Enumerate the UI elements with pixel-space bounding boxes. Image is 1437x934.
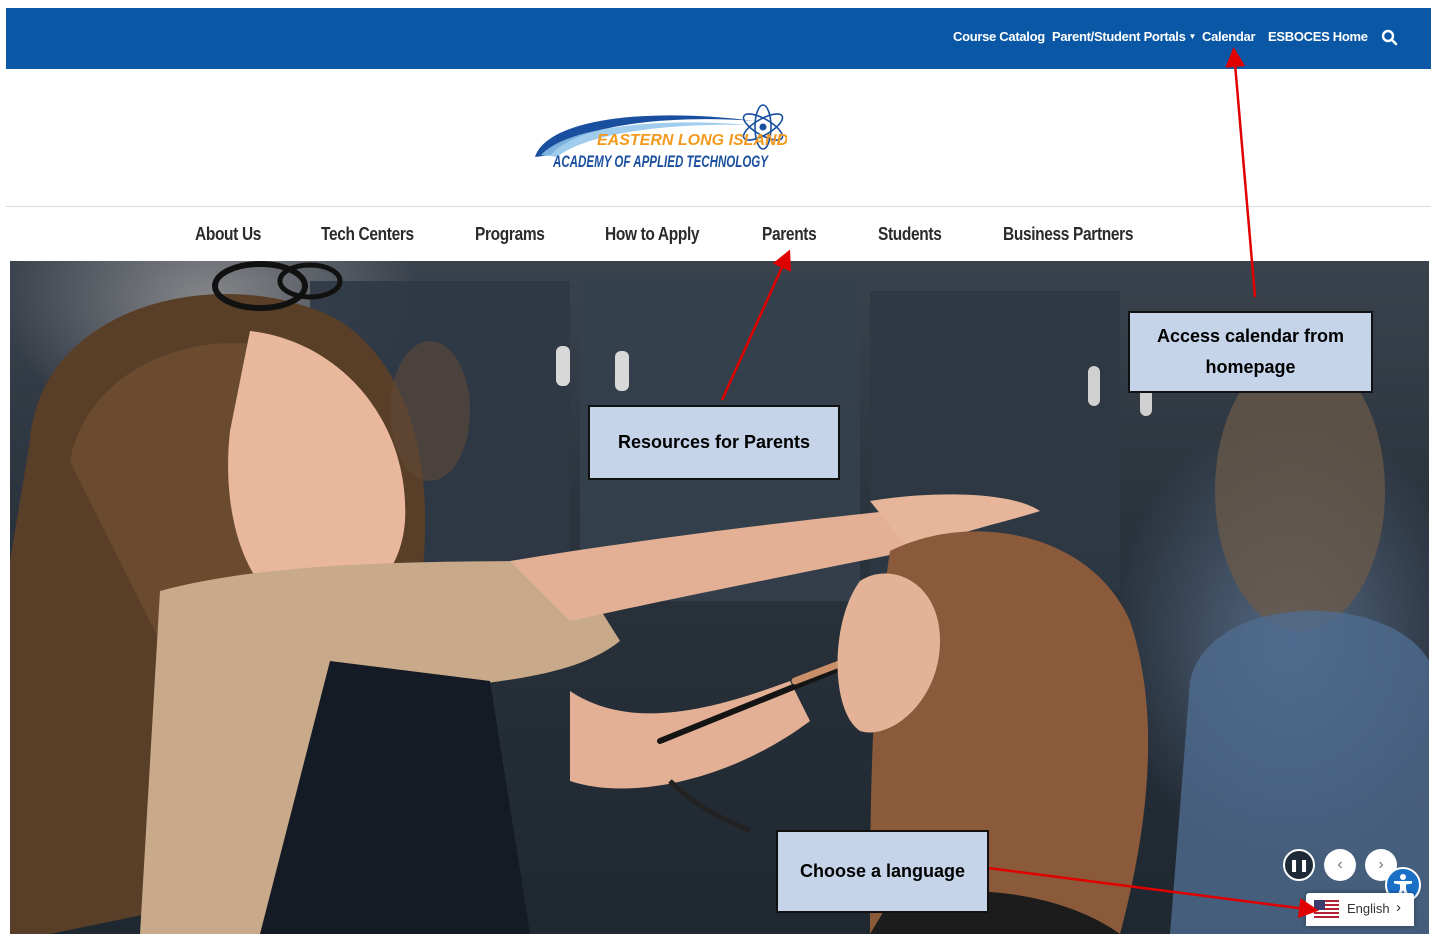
language-callout: Choose a language (776, 830, 989, 913)
slideshow-prev-button[interactable]: ‹ (1324, 849, 1356, 881)
nav-about-us[interactable]: About Us (195, 222, 261, 246)
pause-icon: ❚❚ (1288, 858, 1310, 872)
course-catalog-link[interactable]: Course Catalog (953, 26, 1045, 48)
logo-line2: ACADEMY OF APPLIED TECHNOLOGY (552, 153, 769, 171)
header-logo-area: EASTERN LONG ISLAND ACADEMY OF APPLIED T… (6, 69, 1431, 207)
chevron-right-icon: › (1396, 899, 1401, 916)
chevron-left-icon: ‹ (1337, 856, 1343, 873)
calendar-callout: Access calendar from homepage (1128, 311, 1373, 393)
search-button[interactable] (1380, 28, 1400, 48)
language-selector[interactable]: English › (1306, 893, 1414, 926)
parents-callout: Resources for Parents (588, 405, 840, 480)
nav-programs[interactable]: Programs (475, 222, 545, 246)
us-flag-icon (1314, 900, 1339, 918)
chevron-right-icon: › (1378, 856, 1384, 873)
nav-parents[interactable]: Parents (762, 222, 817, 246)
main-nav: About Us Tech Centers Programs How to Ap… (6, 207, 1431, 261)
language-label: English (1347, 901, 1390, 916)
nav-how-to-apply[interactable]: How to Apply (605, 222, 700, 246)
parent-student-portals-link[interactable]: Parent/Student Portals ▼ (1052, 26, 1196, 48)
search-icon (1381, 29, 1398, 46)
calendar-link[interactable]: Calendar (1202, 26, 1256, 48)
caret-down-icon: ▼ (1188, 32, 1197, 41)
slideshow-pause-button[interactable]: ❚❚ (1283, 849, 1315, 881)
nav-business-partners[interactable]: Business Partners (1003, 222, 1133, 246)
utility-bar: Course Catalog Parent/Student Portals ▼ C… (6, 8, 1431, 69)
logo-line1: EASTERN LONG ISLAND (597, 132, 787, 149)
academy-logo[interactable]: EASTERN LONG ISLAND ACADEMY OF APPLIED T… (527, 99, 787, 177)
nav-students[interactable]: Students (878, 222, 942, 246)
nav-tech-centers[interactable]: Tech Centers (321, 222, 414, 246)
esboces-home-link[interactable]: ESBOCES Home (1268, 26, 1368, 48)
portals-label: Parent/Student Portals (1052, 29, 1186, 44)
